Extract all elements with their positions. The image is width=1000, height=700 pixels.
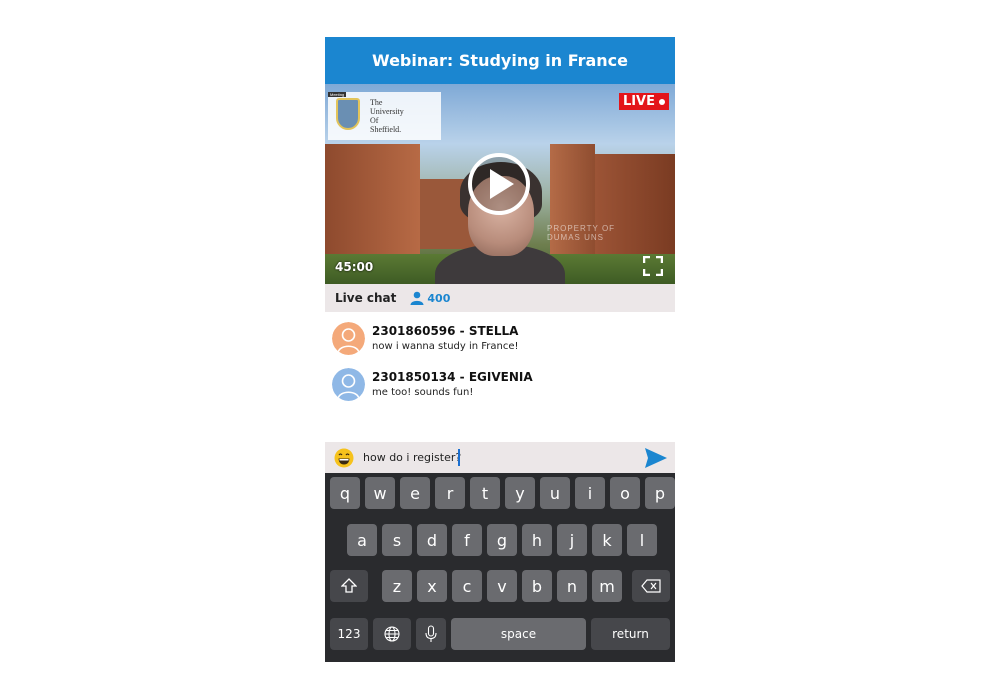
key-g[interactable]: g — [487, 524, 517, 556]
user-avatar-icon — [332, 322, 365, 355]
live-dot-icon — [659, 98, 665, 105]
message-author: 2301860596 - STELLA — [372, 324, 519, 338]
key-e[interactable]: e — [400, 477, 430, 509]
microphone-icon — [425, 625, 437, 642]
key-x[interactable]: x — [417, 570, 447, 602]
live-chat-label: Live chat — [335, 291, 397, 305]
message-text: me too! sounds fun! — [372, 387, 474, 398]
key-l[interactable]: l — [627, 524, 657, 556]
key-k[interactable]: k — [592, 524, 622, 556]
key-r[interactable]: r — [435, 477, 465, 509]
key-i[interactable]: i — [575, 477, 605, 509]
logo-line: University — [370, 107, 404, 116]
key-y[interactable]: y — [505, 477, 535, 509]
play-icon — [490, 169, 514, 199]
globe-icon — [384, 626, 400, 642]
fullscreen-icon[interactable] — [643, 256, 663, 276]
shield-icon — [336, 98, 360, 130]
emoji-icon[interactable] — [334, 448, 354, 468]
key-f[interactable]: f — [452, 524, 482, 556]
chat-message: 2301850134 - EGIVENIA me too! sounds fun… — [332, 368, 662, 404]
logo-text: The University Of Sheffield. — [370, 98, 404, 134]
university-logo: Meeting The University Of Sheffield. — [328, 92, 441, 140]
key-b[interactable]: b — [522, 570, 552, 602]
key-o[interactable]: o — [610, 477, 640, 509]
microphone-key[interactable] — [416, 618, 446, 650]
key-z[interactable]: z — [382, 570, 412, 602]
key-w[interactable]: w — [365, 477, 395, 509]
send-icon[interactable] — [645, 448, 667, 468]
chat-input-bar — [325, 442, 675, 473]
key-p[interactable]: p — [645, 477, 675, 509]
avatar — [332, 368, 365, 401]
logo-line: Of — [370, 116, 379, 125]
backspace-icon — [641, 579, 661, 593]
user-avatar-icon — [332, 368, 365, 401]
play-button[interactable] — [468, 153, 530, 215]
message-author: 2301850134 - EGIVENIA — [372, 370, 533, 384]
video-duration: 45:00 — [335, 260, 374, 274]
video-scene-building — [325, 144, 420, 254]
live-label: LIVE — [622, 94, 655, 109]
key-n[interactable]: n — [557, 570, 587, 602]
user-icon — [410, 291, 424, 305]
return-key-label: return — [612, 627, 649, 641]
chat-message: 2301860596 - STELLA now i wanna study in… — [332, 322, 662, 358]
webinar-app: Webinar: Studying in France Meeting The … — [325, 37, 675, 662]
viewer-count: 400 — [410, 291, 450, 305]
key-c[interactable]: c — [452, 570, 482, 602]
avatar — [332, 322, 365, 355]
live-badge: LIVE — [618, 93, 669, 110]
watermark-line: DUMAS UNS — [547, 233, 605, 242]
message-text: now i wanna study in France! — [372, 341, 519, 352]
key-m[interactable]: m — [592, 570, 622, 602]
return-key[interactable]: return — [591, 618, 670, 650]
video-player[interactable]: Meeting The University Of Sheffield. LIV… — [325, 84, 675, 284]
globe-key[interactable] — [373, 618, 411, 650]
key-a[interactable]: a — [347, 524, 377, 556]
viewer-count-value: 400 — [427, 291, 451, 305]
key-s[interactable]: s — [382, 524, 412, 556]
key-d[interactable]: d — [417, 524, 447, 556]
on-screen-keyboard: qwertyuiop asdfghjkl zxcvbnm 123 space r… — [325, 473, 675, 662]
key-q[interactable]: q — [330, 477, 360, 509]
live-chat-bar: Live chat 400 — [325, 284, 675, 312]
key-j[interactable]: j — [557, 524, 587, 556]
logo-line: Sheffield. — [370, 125, 402, 134]
video-watermark: PROPERTY OF DUMAS UNS — [547, 224, 615, 242]
key-u[interactable]: u — [540, 477, 570, 509]
key-h[interactable]: h — [522, 524, 552, 556]
watermark-line: PROPERTY OF — [547, 224, 616, 233]
space-key[interactable]: space — [451, 618, 586, 650]
key-v[interactable]: v — [487, 570, 517, 602]
space-key-label: space — [500, 627, 537, 641]
key-t[interactable]: t — [470, 477, 500, 509]
logo-line: The — [370, 98, 383, 107]
numbers-key[interactable]: 123 — [330, 618, 368, 650]
numbers-key-label: 123 — [337, 627, 361, 641]
page-title: Webinar: Studying in France — [325, 37, 675, 84]
shift-icon — [341, 578, 357, 593]
backspace-key[interactable] — [632, 570, 670, 602]
chat-message-input[interactable] — [363, 448, 623, 467]
text-caret — [458, 449, 460, 466]
logo-tag: Meeting — [328, 92, 347, 97]
page-title-text: Webinar: Studying in France — [371, 51, 629, 70]
shift-key[interactable] — [330, 570, 368, 602]
